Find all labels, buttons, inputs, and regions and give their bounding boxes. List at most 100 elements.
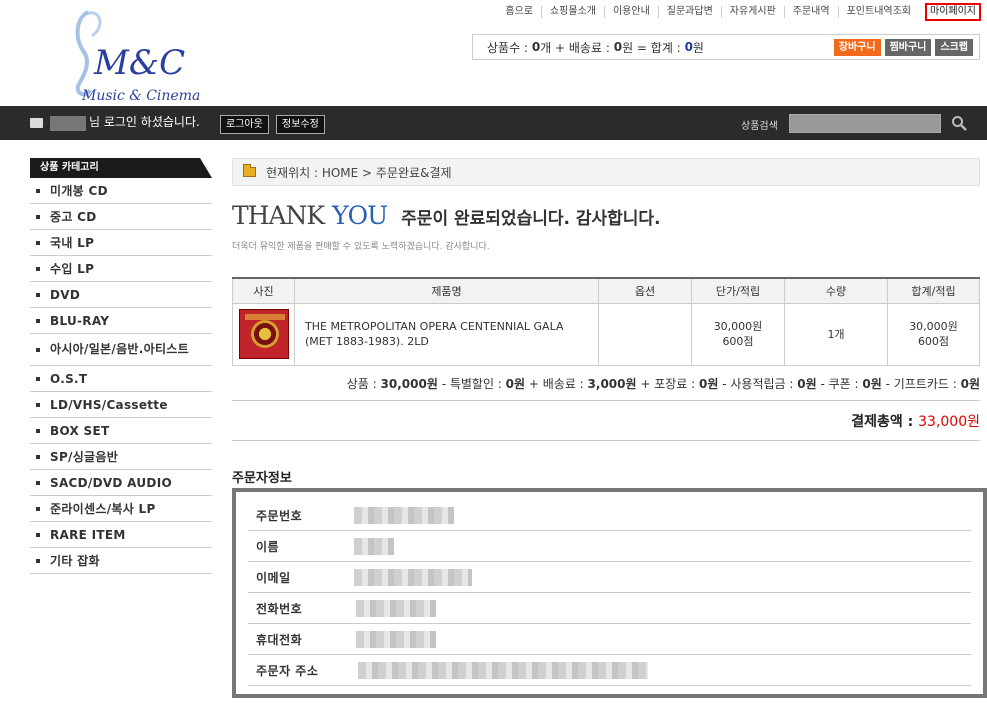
summary-discount: 0원 <box>505 377 526 391</box>
username-redacted <box>50 116 86 131</box>
top-nav: 홈으로 쇼핑몰소개 이용안내 질문과답변 자유게시판 주문내역 포인트내역조회 … <box>497 3 981 21</box>
info-row-phone: 전화번호 <box>248 593 971 624</box>
cart-summary: 상품수 : 0개 + 배송료 : 0원 = 합계 : 0원 장바구니 찜바구니 … <box>472 34 980 60</box>
sidebar-item[interactable]: RARE ITEM <box>30 522 212 548</box>
logout-button[interactable]: 로그아웃 <box>220 115 269 134</box>
nav-orders[interactable]: 주문내역 <box>783 6 838 18</box>
product-name-line2[interactable]: (MET 1883-1983). 2LD <box>305 335 429 348</box>
sidebar-item[interactable]: 아시아/일본/음반.아티스트 <box>30 334 212 366</box>
info-label: 이름 <box>256 539 280 554</box>
nav-qna[interactable]: 질문과답변 <box>657 6 721 18</box>
summary-ship: 3,000원 <box>587 377 637 391</box>
svg-text:Music & Cinema: Music & Cinema <box>81 88 200 104</box>
bullet-icon <box>36 428 40 433</box>
sidebar-item-label: BLU-RAY <box>50 313 110 328</box>
search-label: 상품검색 <box>741 121 778 132</box>
cart-button[interactable]: 장바구니 <box>833 39 881 56</box>
cart-items-unit: 개 + 배송료 : <box>540 40 610 55</box>
site-logo[interactable]: M&C Music & Cinema <box>70 8 220 104</box>
bullet-icon <box>36 240 40 245</box>
redacted-value <box>356 630 436 648</box>
col-price: 단가/적립 <box>691 277 785 304</box>
col-sum: 합계/적립 <box>887 277 980 304</box>
orderer-info-box: 주문번호 이름 이메일 전화번호 휴대전화 주문자 주소 <box>232 488 987 698</box>
sidebar-item-label: LD/VHS/Cassette <box>50 397 168 412</box>
cart-shipping-unit: 원 = 합계 : <box>622 40 681 55</box>
breadcrumb: 현재위치 : HOME > 주문완료&결제 <box>232 158 980 186</box>
info-label: 주문자 주소 <box>256 663 319 678</box>
thank-you-heading: THANK YOU 주문이 완료되었습니다. 감사합니다. <box>232 201 661 230</box>
sidebar-item-label: 국내 LP <box>50 236 95 250</box>
info-row-email: 이메일 <box>248 562 971 593</box>
cart-items-label: 상품수 : <box>487 40 528 55</box>
album-cover-image[interactable] <box>238 309 289 359</box>
summary-gift: 0원 <box>960 377 980 391</box>
bullet-icon <box>36 214 40 219</box>
bullet-icon <box>36 188 40 193</box>
total-label: 결제총액 : <box>851 414 919 430</box>
product-name-line1[interactable]: THE METROPOLITAN OPERA CENTENNIAL GALA <box>305 320 563 333</box>
folder-icon <box>243 164 256 177</box>
edit-info-button[interactable]: 정보수정 <box>276 115 325 134</box>
cart-total-unit: 원 <box>692 40 704 55</box>
price-breakdown: 상품 : 30,000원 - 특별할인 : 0원 + 배송료 : 3,000원 … <box>347 375 980 392</box>
nav-board[interactable]: 자유게시판 <box>720 6 784 18</box>
summary-label-pack: + 포장료 : <box>636 377 700 391</box>
redacted-value <box>354 537 394 555</box>
sidebar-item[interactable]: O.S.T <box>30 366 212 392</box>
sidebar-item[interactable]: 수입 LP <box>30 256 212 282</box>
info-row-order-number: 주문번호 <box>248 500 971 531</box>
sidebar-item-label: 중고 CD <box>50 210 97 224</box>
sidebar-item-label: DVD <box>50 287 81 302</box>
redacted-value <box>354 506 454 524</box>
category-sidebar: 상품 카테고리 미개봉 CD 중고 CD 국내 LP 수입 LP DVD BLU… <box>30 158 212 574</box>
wishlist-button[interactable]: 찜바구니 <box>884 39 932 56</box>
sidebar-item[interactable]: SP/싱글음반 <box>30 444 212 470</box>
sidebar-item-label: BOX SET <box>50 423 110 438</box>
summary-label-points: - 사용적립금 : <box>718 377 798 391</box>
bullet-icon <box>36 376 40 381</box>
sidebar-item[interactable]: LD/VHS/Cassette <box>30 392 212 418</box>
col-product: 제품명 <box>294 277 599 304</box>
login-status: 님 로그인 하셨습니다. <box>89 115 200 129</box>
nav-guide[interactable]: 이용안내 <box>603 6 658 18</box>
breadcrumb-text: 현재위치 : HOME > 주문완료&결제 <box>266 165 452 180</box>
sidebar-item[interactable]: 중고 CD <box>30 204 212 230</box>
cart-shipping: 0 <box>613 40 623 54</box>
row-sum: 30,000원 <box>909 320 958 333</box>
search-icon[interactable] <box>951 115 967 131</box>
summary-coupon: 0원 <box>862 377 882 391</box>
product-option <box>598 302 692 366</box>
sidebar-item[interactable]: 미개봉 CD <box>30 178 212 204</box>
bullet-icon <box>36 402 40 407</box>
payment-total: 결제총액 : 33,000원 <box>851 411 980 431</box>
nav-about[interactable]: 쇼핑몰소개 <box>540 6 604 18</box>
nav-mypage[interactable]: 마이페이지 <box>925 3 981 21</box>
sidebar-item-label: 아시아/일본/음반.아티스트 <box>50 342 189 356</box>
sidebar-item[interactable]: BLU-RAY <box>30 308 212 334</box>
orderer-info-title: 주문자정보 <box>232 471 292 486</box>
sidebar-item[interactable]: 기타 잡화 <box>30 548 212 574</box>
order-complete-message: 주문이 완료되었습니다. 감사합니다. <box>401 209 661 229</box>
sidebar-item[interactable]: 준라이센스/복사 LP <box>30 496 212 522</box>
sidebar-item-label: SACD/DVD AUDIO <box>50 475 172 490</box>
summary-label-discount: - 특별할인 : <box>437 377 506 391</box>
table-header-row: 사진 제품명 옵션 단가/적립 수량 합계/적립 <box>232 277 980 304</box>
nav-points[interactable]: 포인트내역조회 <box>837 6 919 18</box>
summary-product: 30,000원 <box>380 377 438 391</box>
search-input[interactable] <box>789 114 941 133</box>
sidebar-item[interactable]: SACD/DVD AUDIO <box>30 470 212 496</box>
thank-you-subtext: 더욱더 유익한 제품을 판매할 수 있도록 노력하겠습니다. 감사합니다. <box>232 242 490 252</box>
bullet-icon <box>36 454 40 459</box>
cart-total: 0 <box>684 40 693 54</box>
row-points: 600점 <box>917 335 950 348</box>
sidebar-item[interactable]: 국내 LP <box>30 230 212 256</box>
divider <box>232 400 980 401</box>
unit-points: 600점 <box>722 335 754 348</box>
scrap-button[interactable]: 스크랩 <box>935 39 973 56</box>
sidebar-item[interactable]: BOX SET <box>30 418 212 444</box>
sidebar-title: 상품 카테고리 <box>30 158 212 178</box>
nav-home[interactable]: 홈으로 <box>497 6 541 18</box>
sidebar-item[interactable]: DVD <box>30 282 212 308</box>
summary-label-product: 상품 : <box>346 377 381 391</box>
